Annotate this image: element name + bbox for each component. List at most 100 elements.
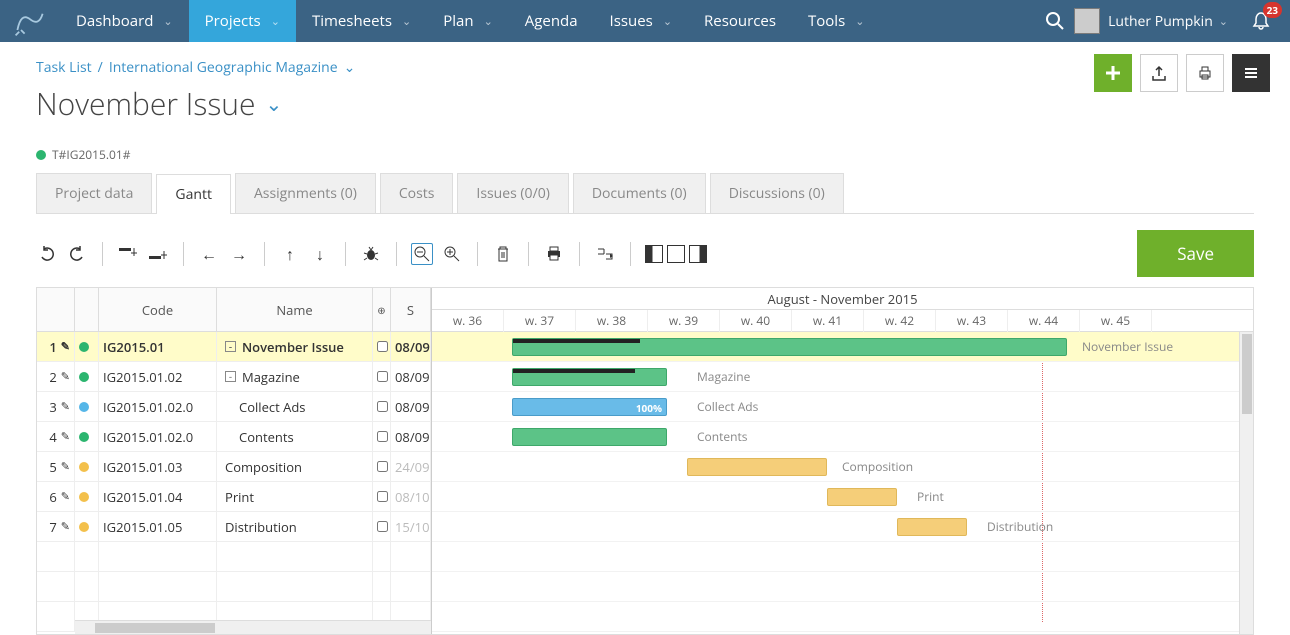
edit-icon[interactable]: ✎ [61,399,70,414]
export-button[interactable] [1140,54,1178,92]
notifications-bell[interactable]: 23 [1242,0,1280,42]
redo-icon[interactable] [66,243,88,265]
timeline-row[interactable] [432,542,1253,572]
col-header-code[interactable]: Code [99,288,217,331]
task-row[interactable]: 5 ✎IG2015.01.03Composition24/09 [37,452,431,482]
nav-issues[interactable]: Issues⌄ [594,0,688,42]
task-row[interactable]: 1 ✎IG2015.01-November Issue08/09 [37,332,431,362]
edit-icon[interactable]: ✎ [61,369,70,384]
zoom-out-icon[interactable] [411,243,433,265]
move-down-icon[interactable]: ↓ [309,243,331,265]
tab-project-data[interactable]: Project data [36,173,152,213]
timeline-row[interactable]: Contents [432,422,1253,452]
tab-issues-[interactable]: Issues (0/0) [457,173,568,213]
zoom-in-icon[interactable] [441,243,463,265]
row-checkbox[interactable] [377,401,388,412]
horizontal-scrollbar[interactable] [75,620,431,634]
tab-assignments-[interactable]: Assignments (0) [235,173,376,213]
row-checkbox[interactable] [377,341,388,352]
row-checkbox[interactable] [377,461,388,472]
task-row[interactable]: 6 ✎IG2015.01.04Print08/10 [37,482,431,512]
vertical-scrollbar[interactable] [1239,332,1253,634]
gantt-bar[interactable] [512,338,1067,356]
delete-icon[interactable] [492,243,514,265]
row-checkbox[interactable] [377,431,388,442]
nav-resources[interactable]: Resources [688,0,792,42]
task-row[interactable]: 7 ✎IG2015.01.05Distribution15/10 [37,512,431,542]
print-button[interactable] [1186,54,1224,92]
pane-both-icon[interactable] [667,245,685,263]
gantt-bar[interactable] [827,488,897,506]
undo-icon[interactable] [36,243,58,265]
task-row[interactable]: 3 ✎IG2015.01.02.0Collect Ads08/09 [37,392,431,422]
gantt-timeline: August - November 2015 w. 36w. 37w. 38w.… [432,288,1253,634]
edit-icon[interactable]: ✎ [61,339,70,354]
critical-path-icon[interactable] [594,243,616,265]
insert-below-icon[interactable] [147,243,169,265]
user-name[interactable]: Luther Pumpkin [1108,12,1213,31]
timeline-row[interactable]: Print [432,482,1253,512]
row-checkbox[interactable] [377,521,388,532]
search-icon[interactable] [1036,0,1074,42]
tab-documents-[interactable]: Documents (0) [573,173,706,213]
expand-toggle[interactable]: - [225,341,236,352]
add-button[interactable] [1094,54,1132,92]
edit-icon[interactable]: ✎ [61,459,70,474]
bug-icon[interactable] [360,243,382,265]
gantt-bar[interactable] [512,368,667,386]
tab-gantt[interactable]: Gantt [156,174,231,214]
expand-toggle[interactable]: - [225,371,236,382]
move-up-icon[interactable]: ↑ [279,243,301,265]
nav-dashboard[interactable]: Dashboard⌄ [60,0,189,42]
task-row[interactable]: 2 ✎IG2015.01.02-Magazine08/09 [37,362,431,392]
chevron-down-icon: ⌄ [163,14,172,29]
week-header: w. 40 [720,310,792,332]
user-avatar[interactable] [1074,8,1100,34]
edit-icon[interactable]: ✎ [61,429,70,444]
col-header-name[interactable]: Name [217,288,373,331]
gantt-bar[interactable] [897,518,967,536]
nav-projects[interactable]: Projects⌄ [189,0,296,42]
nav-agenda[interactable]: Agenda [509,0,594,42]
edit-icon[interactable]: ✎ [61,519,70,534]
nav-tools[interactable]: Tools⌄ [792,0,880,42]
col-header-expand[interactable]: ⊕ [373,288,391,331]
breadcrumb-project[interactable]: International Geographic Magazine [109,58,338,77]
insert-above-icon[interactable] [117,243,139,265]
gantt-bar[interactable] [687,458,827,476]
timeline-row[interactable] [432,572,1253,602]
status-dot [79,342,89,352]
task-row[interactable]: 4 ✎IG2015.01.02.0Contents08/09 [37,422,431,452]
gantt-bar[interactable] [512,428,667,446]
nav-plan[interactable]: Plan⌄ [427,0,509,42]
menu-button[interactable] [1232,54,1270,92]
timeline-row[interactable]: November Issue [432,332,1253,362]
row-checkbox[interactable] [377,371,388,382]
chevron-down-icon[interactable]: ⌄ [344,58,356,77]
tab-costs[interactable]: Costs [380,173,454,213]
pane-left-icon[interactable] [645,245,663,263]
timeline-row[interactable]: 100%Collect Ads [432,392,1253,422]
week-header: w. 39 [648,310,720,332]
print-icon[interactable] [543,243,565,265]
nav-timesheets[interactable]: Timesheets⌄ [296,0,427,42]
timeline-row[interactable] [432,602,1253,632]
timeline-row[interactable]: Composition [432,452,1253,482]
gantt-bar[interactable]: 100% [512,398,667,416]
row-checkbox[interactable] [377,491,388,502]
timeline-row[interactable]: Distribution [432,512,1253,542]
tab-discussions-[interactable]: Discussions (0) [710,173,844,213]
indent-icon[interactable]: → [228,243,250,265]
chevron-down-icon[interactable]: ⌄ [266,90,283,117]
timeline-row[interactable]: Magazine [432,362,1253,392]
breadcrumb-root[interactable]: Task List [36,58,92,77]
page-title: November Issue ⌄ [36,83,1254,124]
task-code: T#IG2015.01# [36,146,1254,163]
outdent-icon[interactable]: ← [198,243,220,265]
pane-right-icon[interactable] [689,245,707,263]
col-header-start[interactable]: S [391,288,431,331]
edit-icon[interactable]: ✎ [61,489,70,504]
gantt-container: Code Name ⊕ S 1 ✎IG2015.01-November Issu… [36,287,1254,635]
breadcrumb[interactable]: Task List / International Geographic Mag… [36,58,1254,77]
save-button[interactable]: Save [1137,230,1254,277]
